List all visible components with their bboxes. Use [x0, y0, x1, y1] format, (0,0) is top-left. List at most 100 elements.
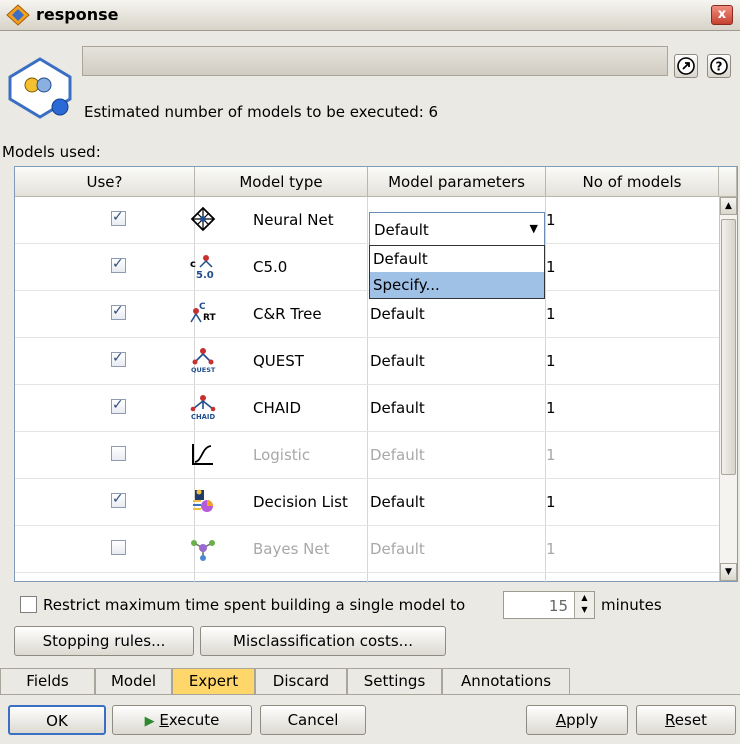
tab-annotations[interactable]: Annotations [442, 668, 570, 694]
use-checkbox[interactable] [111, 491, 126, 508]
execute-label-rest: xecute [168, 711, 220, 729]
bottom-button-bar [0, 694, 740, 744]
model-type-label: QUEST [253, 352, 304, 370]
apply-mnemonic: A [555, 711, 567, 729]
table-row: c 5.0 C5.0 1 [15, 244, 719, 291]
scroll-up-icon[interactable]: ▲ [720, 197, 737, 215]
svg-text:C: C [199, 302, 206, 312]
tab-discard[interactable]: Discard [255, 668, 347, 694]
logistic-icon [192, 444, 213, 465]
restrict-time-label: Restrict maximum time spent building a s… [43, 596, 466, 614]
close-button[interactable]: x [711, 5, 733, 25]
window-title: response [36, 5, 119, 24]
use-checkbox[interactable] [111, 350, 126, 367]
tab-expert[interactable]: Expert [172, 668, 255, 694]
minutes-spinner[interactable]: 15 ▲ ▼ [503, 591, 595, 619]
model-type-label: C&R Tree [253, 305, 322, 323]
spin-up-icon[interactable]: ▲ [575, 592, 594, 604]
use-checkbox[interactable] [111, 209, 126, 226]
dropdown-option-specify[interactable]: Specify... [370, 272, 544, 298]
model-count: 1 [546, 352, 556, 370]
spin-down-icon[interactable]: ▼ [575, 604, 594, 616]
help-button[interactable]: ? [707, 54, 731, 78]
model-param[interactable]: Default [370, 305, 425, 323]
model-count: 1 [546, 540, 556, 558]
title-bar: response x [0, 0, 740, 31]
table-scrollbar[interactable]: ▲ ▼ [719, 197, 737, 581]
model-param[interactable]: Default [370, 352, 425, 370]
ok-button[interactable]: OK [8, 705, 106, 735]
reset-mnemonic: R [665, 711, 675, 729]
chevron-down-icon: ▼ [529, 222, 538, 235]
model-count: 1 [546, 211, 556, 229]
reset-button[interactable]: Reset [636, 705, 736, 735]
model-param[interactable]: Default [370, 399, 425, 417]
use-checkbox[interactable] [111, 397, 126, 414]
table-row: Decision List Default 1 [15, 479, 719, 526]
model-count: 1 [546, 258, 556, 276]
col-model-type[interactable]: Model type [195, 167, 368, 197]
use-checkbox[interactable] [111, 446, 126, 461]
svg-text:?: ? [716, 60, 723, 74]
models-used-label: Models used: [2, 143, 101, 161]
execute-mnemonic: E [159, 711, 169, 729]
cart-tree-icon: C RT [190, 302, 216, 323]
cancel-button[interactable]: Cancel [260, 705, 366, 735]
model-count: 1 [546, 399, 556, 417]
model-count: 1 [546, 305, 556, 323]
apply-button[interactable]: Apply [526, 705, 628, 735]
model-type-label: Decision List [253, 493, 348, 511]
apply-label-rest: pply [566, 711, 599, 729]
restrict-time-checkbox[interactable] [20, 596, 37, 613]
scroll-thumb[interactable] [721, 219, 736, 475]
col-no-of-models[interactable]: No of models [546, 167, 719, 197]
table-row: Neural Net 1 [15, 197, 719, 244]
execute-button[interactable]: ▶ Execute [112, 705, 252, 735]
svg-text:CHAID: CHAID [191, 413, 215, 420]
quest-icon: QUEST [191, 348, 216, 373]
neural-net-icon [190, 206, 216, 232]
preview-button[interactable] [674, 54, 698, 78]
node-name-bar [82, 46, 668, 76]
minutes-unit-label: minutes [601, 596, 662, 614]
table-row: C RT C&R Tree Default 1 [15, 291, 719, 338]
dropdown-option-default[interactable]: Default [370, 246, 544, 272]
table-row: Bayes Net Default 1 [15, 526, 719, 573]
tab-bar: Fields Model Expert Discard Settings Ann… [0, 668, 740, 694]
use-checkbox[interactable] [111, 540, 126, 555]
col-model-parameters[interactable]: Model parameters [368, 167, 546, 197]
model-param: Default [370, 540, 425, 558]
chaid-icon: CHAID [190, 395, 215, 420]
decision-list-icon [193, 489, 213, 512]
use-checkbox[interactable] [111, 303, 126, 320]
model-parameters-combo[interactable]: Default ▼ [369, 212, 545, 246]
svg-text:QUEST: QUEST [191, 366, 216, 373]
models-table: Use? Model type Model parameters No of m… [14, 166, 738, 583]
bayes-net-icon [191, 540, 215, 561]
use-checkbox[interactable] [111, 256, 126, 273]
model-param[interactable]: Default [370, 493, 425, 511]
model-type-label: Neural Net [253, 211, 334, 229]
help-icon: ? [710, 57, 728, 75]
model-param: Default [370, 446, 425, 464]
tab-settings[interactable]: Settings [347, 668, 442, 694]
model-type-label: Logistic [253, 446, 311, 464]
scroll-down-icon[interactable]: ▼ [720, 563, 737, 581]
col-use[interactable]: Use? [15, 167, 195, 197]
table-row: CHAID CHAID Default 1 [15, 385, 719, 432]
play-icon: ▶ [144, 714, 155, 729]
table-row: Logistic Default 1 [15, 432, 719, 479]
tab-model[interactable]: Model [95, 668, 172, 694]
misclassification-costs-button[interactable]: Misclassification costs... [200, 626, 446, 656]
dialog-window: response x ? Estimated number of models … [0, 0, 740, 744]
model-count: 1 [546, 446, 556, 464]
stopping-rules-button[interactable]: Stopping rules... [14, 626, 194, 656]
tab-fields[interactable]: Fields [0, 668, 95, 694]
svg-text:RT: RT [203, 313, 216, 323]
col-corner [719, 167, 737, 197]
combo-value: Default [374, 221, 429, 239]
spinner-arrows[interactable]: ▲ ▼ [574, 592, 594, 618]
c50-icon: c 5.0 [190, 255, 214, 279]
model-type-label: CHAID [253, 399, 301, 417]
minutes-value[interactable]: 15 [504, 597, 568, 615]
